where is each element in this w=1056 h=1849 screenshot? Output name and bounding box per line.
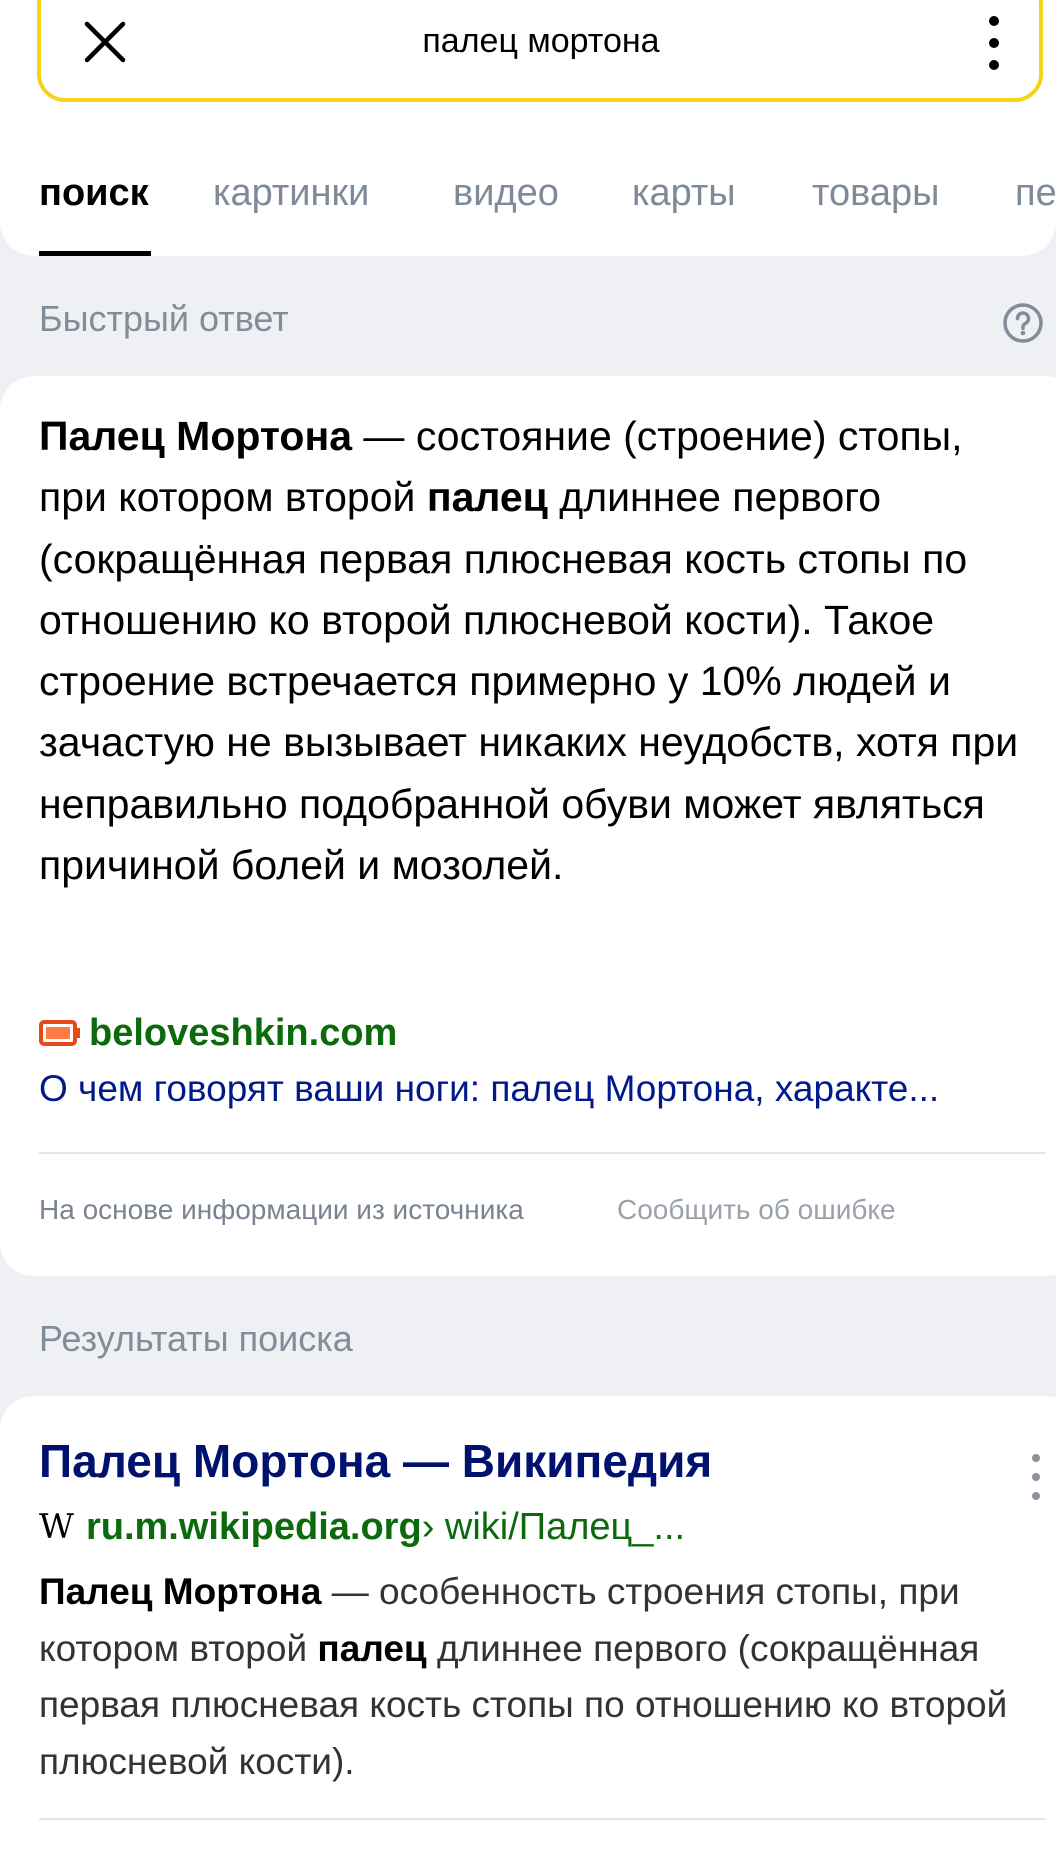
search-result-card: Палец Мортона — Википедия W ru.m.wikiped… [0, 1396, 1056, 1849]
result-snippet-term-highlight: палец [317, 1627, 427, 1669]
search-tabs: поиск картинки видео карты товары пе [0, 124, 1056, 256]
quick-answer-card: Палец Мортона — состояние (строение) сто… [0, 376, 1056, 1276]
more-options-button[interactable] [969, 10, 1019, 76]
tab-video[interactable]: видео [453, 164, 559, 222]
source-attribution-note: На основе информации из источника [39, 1194, 524, 1225]
result-domain[interactable]: ru.m.wikipedia.org [86, 1506, 422, 1549]
search-input[interactable]: палец мортона [171, 6, 911, 76]
result-more-button[interactable] [1026, 1454, 1046, 1500]
more-vertical-icon [1032, 1454, 1040, 1462]
tab-products[interactable]: товары [812, 164, 939, 222]
quick-answer-heading: Быстрый ответ [39, 298, 289, 339]
quick-answer-text-part: длиннее первого (сокращённая первая плюс… [39, 474, 1019, 889]
source-site[interactable]: beloveshkin.com [39, 1008, 397, 1058]
more-vertical-icon-dot [989, 60, 999, 70]
result-url[interactable]: W ru.m.wikipedia.org › wiki/Палец_... [39, 1500, 685, 1554]
quick-answer-term-highlight: палец [426, 474, 548, 521]
tab-images[interactable]: картинки [213, 164, 369, 222]
more-vertical-icon-dot [1032, 1473, 1040, 1481]
result-snippet: Палец Мортона — особенность строения сто… [39, 1564, 1039, 1791]
tab-more[interactable]: пе [1015, 164, 1056, 222]
quick-answer-term: Палец Мортона [39, 413, 353, 459]
result-snippet-term: Палец Мортона [39, 1571, 322, 1612]
wikipedia-w-icon: W [39, 1507, 74, 1547]
report-error-link[interactable]: Сообщить об ошибке [617, 1194, 896, 1226]
source-domain[interactable]: beloveshkin.com [89, 1012, 397, 1055]
tab-maps[interactable]: карты [632, 164, 736, 222]
question-circle-icon[interactable] [1002, 302, 1044, 344]
more-vertical-icon [989, 16, 999, 26]
close-icon [84, 21, 126, 63]
divider [39, 1818, 1045, 1820]
close-button[interactable] [75, 12, 135, 72]
search-results-heading: Результаты поиска [39, 1318, 353, 1359]
source-article-link[interactable]: О чем говорят ваши ноги: палец Мортона, … [39, 1068, 1039, 1110]
battery-favicon-icon [39, 1020, 80, 1046]
active-tab-indicator [39, 251, 151, 256]
result-title-link[interactable]: Палец Мортона — Википедия [39, 1434, 712, 1488]
tab-search[interactable]: поиск [39, 164, 149, 222]
search-bar[interactable]: палец мортона [37, 0, 1043, 102]
more-vertical-icon-dot [1032, 1492, 1040, 1500]
result-path[interactable]: › wiki/Палец_... [422, 1506, 685, 1549]
more-vertical-icon-dot [989, 38, 999, 48]
divider [39, 1152, 1045, 1154]
quick-answer-text: Палец Мортона — состояние (строение) сто… [39, 406, 1039, 896]
header: палец мортона [0, 0, 1056, 124]
